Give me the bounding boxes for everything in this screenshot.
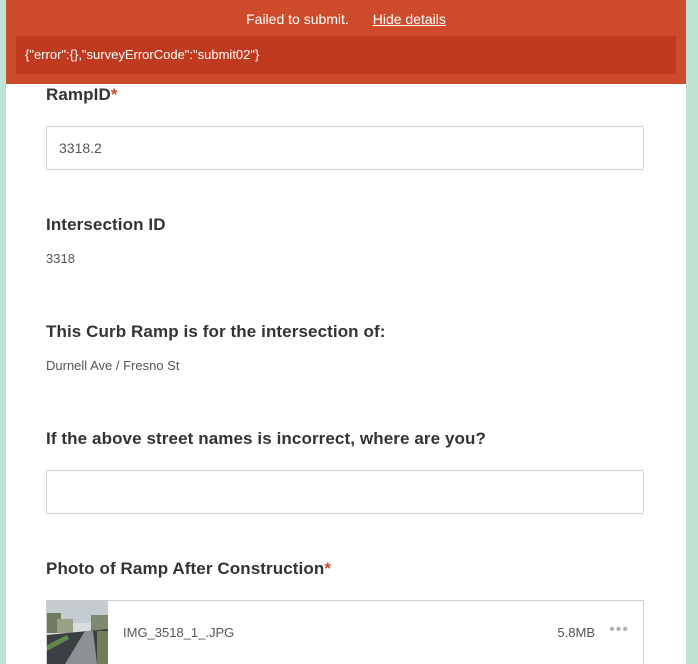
incorrect-street-input[interactable] [46, 470, 644, 514]
banner-header: Failed to submit. Hide details [6, 11, 686, 27]
hide-details-link[interactable]: Hide details [373, 11, 446, 27]
attachment-filename: IMG_3518_1_.JPG [123, 625, 235, 640]
photo-attachment[interactable]: IMG_3518_1_.JPG 5.8MB ••• [46, 600, 644, 664]
photo-thumbnail[interactable] [47, 601, 108, 664]
photo-after-label: Photo of Ramp After Construction* [46, 559, 332, 578]
intersection-id-label: Intersection ID [46, 215, 166, 234]
ramp-id-input[interactable]: 3318.2 [46, 126, 644, 170]
required-marker: * [110, 85, 118, 104]
more-horizontal-icon[interactable]: ••• [609, 621, 629, 639]
intersection-of-value: Durnell Ave / Fresno St [46, 358, 180, 373]
ramp-id-label: RampID* [46, 85, 118, 104]
required-marker: * [324, 559, 332, 578]
error-banner: Failed to submit. Hide details {"error":… [6, 0, 686, 84]
error-details: {"error":{},"surveyErrorCode":"submit02"… [16, 36, 676, 74]
intersection-of-label: This Curb Ramp is for the intersection o… [46, 322, 386, 341]
intersection-id-value: 3318 [46, 251, 75, 266]
error-message: Failed to submit. [246, 11, 349, 27]
survey-form: RampID* 3318.2 Intersection ID 3318 This… [6, 0, 686, 664]
ramp-id-value: 3318.2 [59, 140, 102, 156]
incorrect-street-label: If the above street names is incorrect, … [46, 429, 487, 448]
page-background-rail [694, 0, 698, 664]
attachment-size: 5.8MB [557, 625, 595, 640]
